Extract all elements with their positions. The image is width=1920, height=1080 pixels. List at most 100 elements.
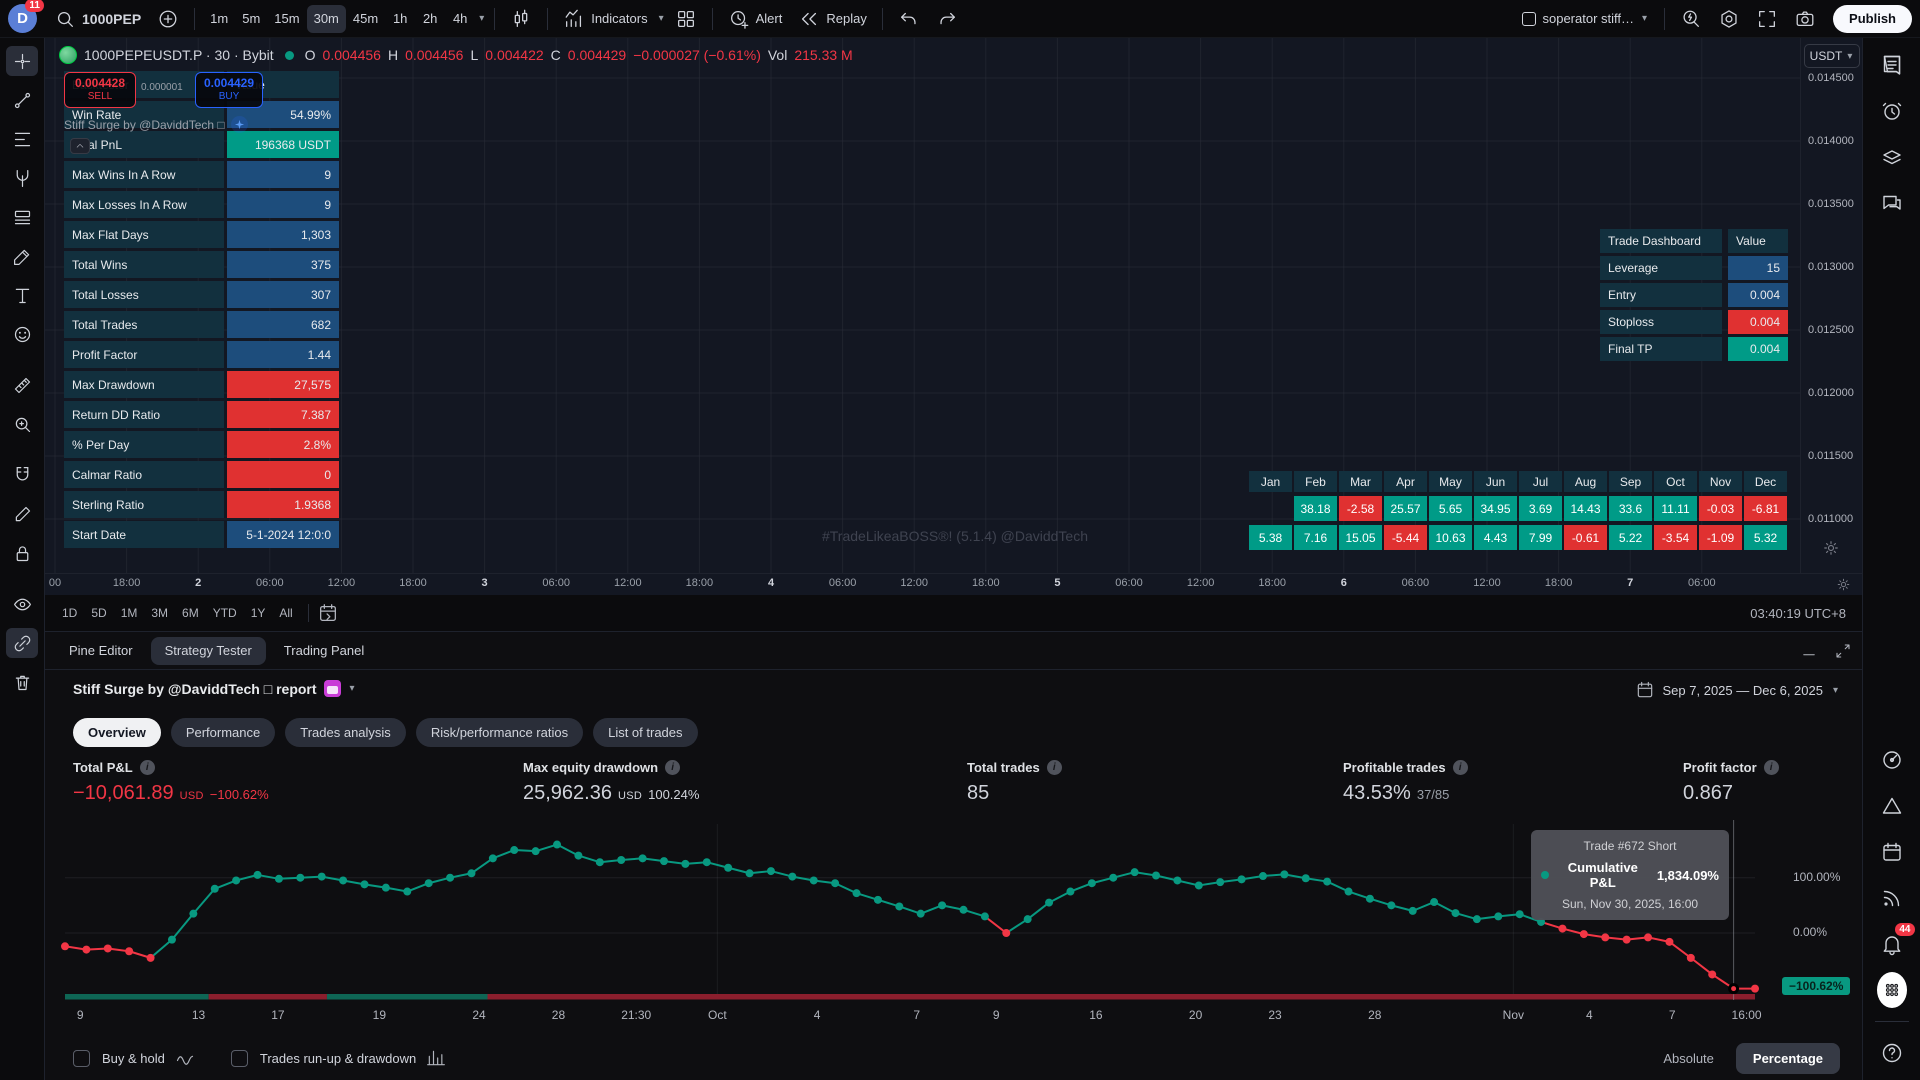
- timeframe-group: 1m5m15m30m45m1h2h4h: [203, 5, 475, 33]
- server-clock[interactable]: 03:40:19 UTC+8: [1750, 606, 1852, 621]
- position-tool-icon[interactable]: [6, 202, 38, 232]
- range-1m[interactable]: 1M: [114, 601, 145, 625]
- redo-button[interactable]: [929, 5, 965, 33]
- pitchfork-tool-icon[interactable]: [6, 163, 38, 193]
- brush-tool-icon[interactable]: [6, 241, 38, 271]
- timeframe-15m[interactable]: 15m: [267, 5, 306, 33]
- fullscreen-button[interactable]: [1749, 5, 1785, 33]
- layout-menu-button[interactable]: soperator stiff… ▾: [1515, 5, 1656, 33]
- alerts-icon[interactable]: [1877, 96, 1907, 126]
- trend-line-tool-icon[interactable]: [6, 85, 38, 115]
- undo-button[interactable]: [891, 5, 927, 33]
- timeframe-chevron-down-icon[interactable]: ▾: [477, 13, 486, 24]
- timeframe-30m[interactable]: 30m: [307, 5, 346, 33]
- settings-button[interactable]: [1711, 5, 1747, 33]
- tab-strategy-tester[interactable]: Strategy Tester: [151, 637, 266, 665]
- symbol-title[interactable]: 1000PEPEUSDT.P · 30 · Bybit: [84, 47, 274, 63]
- date-range-picker[interactable]: Sep 7, 2025 — Dec 6, 2025 ▾: [1635, 680, 1840, 700]
- emoji-tool-icon[interactable]: [6, 319, 38, 349]
- measure-tool-icon[interactable]: [6, 370, 38, 400]
- calendar-icon[interactable]: [1877, 837, 1907, 867]
- range-1d[interactable]: 1D: [55, 601, 84, 625]
- fib-retracement-tool-icon[interactable]: [6, 124, 38, 154]
- range-3m[interactable]: 3M: [144, 601, 175, 625]
- object-tree-icon[interactable]: [1877, 142, 1907, 172]
- eye-hide-tool-icon[interactable]: [6, 589, 38, 619]
- prism-icon[interactable]: [1877, 791, 1907, 821]
- tab-trading-panel[interactable]: Trading Panel: [270, 637, 378, 665]
- timeframe-45m[interactable]: 45m: [346, 5, 385, 33]
- range-all[interactable]: All: [272, 601, 299, 625]
- go-to-date-icon[interactable]: [317, 602, 339, 624]
- equity-curve-chart[interactable]: [60, 818, 1765, 1008]
- view-risk-performance-ratios[interactable]: Risk/performance ratios: [416, 718, 583, 747]
- alert-button[interactable]: Alert: [721, 5, 790, 33]
- quick-search-button[interactable]: [1673, 5, 1709, 33]
- minimize-panel-icon[interactable]: [1800, 642, 1818, 660]
- apps-grid-wrap[interactable]: [1877, 975, 1907, 1005]
- price-axis-label: 0.011500: [1808, 450, 1853, 462]
- indicators-chevron-down-icon[interactable]: ▾: [657, 13, 666, 24]
- buy-button[interactable]: 0.004429 BUY: [195, 72, 263, 108]
- price-axis[interactable]: USDT▾ 0.0145000.0140000.0135000.0130000.…: [1800, 38, 1862, 573]
- maximize-panel-icon[interactable]: [1834, 642, 1852, 660]
- apps-grid-icon[interactable]: [1877, 972, 1907, 1008]
- percentage-button[interactable]: Percentage: [1736, 1043, 1840, 1074]
- tab-pine-editor[interactable]: Pine Editor: [55, 637, 147, 665]
- range-1y[interactable]: 1Y: [244, 601, 273, 625]
- view-list-of-trades[interactable]: List of trades: [593, 718, 697, 747]
- lock-tool-icon[interactable]: [6, 538, 38, 568]
- timeframe-1m[interactable]: 1m: [203, 5, 235, 33]
- pencil-tool-icon[interactable]: [6, 499, 38, 529]
- info-icon[interactable]: i: [665, 760, 680, 775]
- chart-area[interactable]: 1000PEPEUSDT.P · 30 · Bybit O0.004456 H0…: [45, 38, 1800, 573]
- view-overview[interactable]: Overview: [73, 718, 161, 747]
- range-ytd[interactable]: YTD: [206, 601, 244, 625]
- watchlist-icon[interactable]: [1877, 50, 1907, 80]
- compare-add-symbol-button[interactable]: [150, 5, 186, 33]
- link-tool-icon[interactable]: [6, 628, 38, 658]
- timeframe-4h[interactable]: 4h: [445, 5, 475, 33]
- help-icon[interactable]: [1877, 1038, 1907, 1068]
- legend-collapse-chevron[interactable]: [70, 138, 90, 154]
- runup-drawdown-checkbox[interactable]: [231, 1050, 248, 1067]
- text-tool-icon[interactable]: [6, 280, 38, 310]
- buy-hold-checkbox[interactable]: [73, 1050, 90, 1067]
- screenshot-button[interactable]: [1787, 5, 1823, 33]
- indicator-legend[interactable]: Stiff Surge by @DaviddTech □: [64, 116, 248, 133]
- timeframe-5m[interactable]: 5m: [235, 5, 267, 33]
- notifications-bell-icon[interactable]: 44: [1877, 929, 1907, 959]
- symbol-search-button[interactable]: 1000PEP: [47, 5, 148, 33]
- time-axis[interactable]: 0018:00206:0012:0018:00306:0012:0018:004…: [45, 573, 1862, 595]
- currency-toggle-button[interactable]: USDT▾: [1804, 44, 1860, 68]
- user-avatar[interactable]: D 11: [8, 4, 37, 33]
- range-5d[interactable]: 5D: [84, 601, 113, 625]
- timeframe-2h[interactable]: 2h: [415, 5, 445, 33]
- screener-icon[interactable]: [1877, 745, 1907, 775]
- range-6m[interactable]: 6M: [175, 601, 206, 625]
- chat-icon[interactable]: [1877, 188, 1907, 218]
- sell-button[interactable]: 0.004428 SELL: [64, 72, 136, 108]
- info-icon[interactable]: i: [1047, 760, 1062, 775]
- view-performance[interactable]: Performance: [171, 718, 275, 747]
- avatar-notification-badge: 11: [25, 0, 44, 12]
- price-axis-gear-icon[interactable]: [1821, 538, 1841, 558]
- crosshair-tool-icon[interactable]: [6, 46, 38, 76]
- news-icon[interactable]: [1877, 883, 1907, 913]
- replay-button[interactable]: Replay: [791, 5, 873, 33]
- absolute-button[interactable]: Absolute: [1651, 1051, 1726, 1066]
- info-icon[interactable]: i: [140, 760, 155, 775]
- timeframe-1h[interactable]: 1h: [385, 5, 415, 33]
- zoom-in-tool-icon[interactable]: [6, 409, 38, 439]
- layout-grid-button[interactable]: [668, 5, 704, 33]
- info-icon[interactable]: i: [1453, 760, 1468, 775]
- view-trades-analysis[interactable]: Trades analysis: [285, 718, 406, 747]
- report-chevron-down-icon[interactable]: ▾: [348, 683, 357, 694]
- publish-button[interactable]: Publish: [1833, 5, 1912, 33]
- magnet-tool-icon[interactable]: [6, 460, 38, 490]
- info-icon[interactable]: i: [1764, 760, 1779, 775]
- indicators-button[interactable]: Indicators: [556, 5, 654, 33]
- time-axis-gear-icon[interactable]: [1835, 576, 1852, 593]
- chart-type-button[interactable]: [503, 5, 539, 33]
- trash-tool-icon[interactable]: [6, 667, 38, 697]
